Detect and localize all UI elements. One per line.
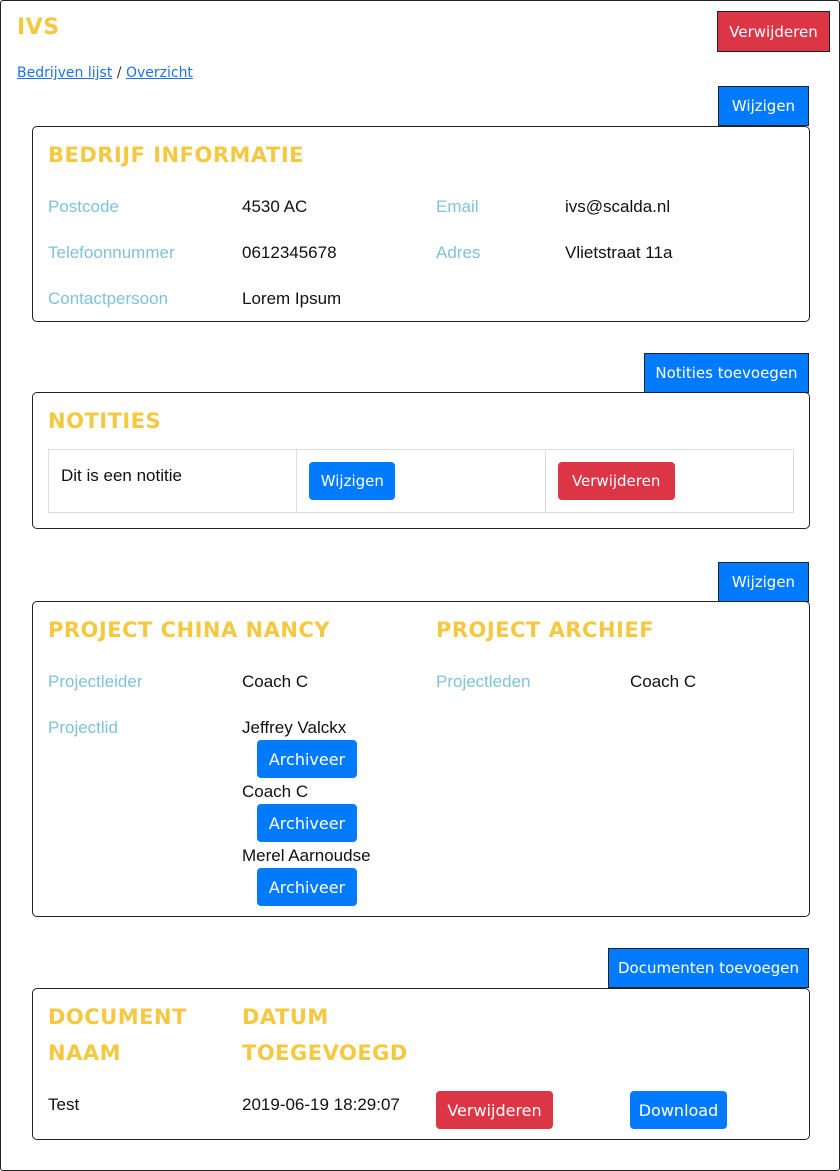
doc-name-header: DOCUMENT NAAM xyxy=(48,999,187,1071)
contact-label: Contactpersoon xyxy=(48,289,169,308)
note-edit-cell: Wijzigen xyxy=(297,450,546,512)
project-member-label: Projectlid xyxy=(48,718,118,737)
notes-heading: NOTITIES xyxy=(48,409,162,433)
email-value: ivs@scalda.nl xyxy=(565,197,671,216)
doc-date-header: DATUM TOEGEVOEGD xyxy=(242,999,408,1071)
address-label: Adres xyxy=(436,243,481,262)
phone-value: 0612345678 xyxy=(242,243,337,262)
download-document-button[interactable]: Download xyxy=(630,1091,727,1129)
breadcrumb-separator: / xyxy=(116,65,122,81)
doc-date-header-line2: TOEGEVOEGD xyxy=(242,1041,408,1065)
postcode-value: 4530 AC xyxy=(242,197,308,216)
note-text-cell: Dit is een notitie xyxy=(49,450,298,512)
project-card: PROJECT CHINA NANCY PROJECT ARCHIEF Proj… xyxy=(32,601,810,917)
add-note-button[interactable]: Notities toevoegen xyxy=(644,353,809,393)
brand-title: IVS xyxy=(17,15,60,40)
project-archive-heading: PROJECT ARCHIEF xyxy=(436,618,655,642)
project-leader-label: Projectleider xyxy=(48,672,143,691)
project-member-name: Coach C xyxy=(242,782,309,801)
edit-note-button[interactable]: Wijzigen xyxy=(309,462,396,500)
project-members-value: Coach C xyxy=(630,672,697,691)
address-value: Vlietstraat 11a xyxy=(565,243,673,262)
edit-project-button[interactable]: Wijzigen xyxy=(718,562,809,602)
notes-card: NOTITIES Dit is een notitie Wijzigen Ver… xyxy=(32,392,810,529)
project-members-label: Projectleden xyxy=(436,672,531,691)
edit-company-button[interactable]: Wijzigen xyxy=(718,86,809,126)
postcode-label: Postcode xyxy=(48,197,119,216)
doc-name-header-line1: DOCUMENT xyxy=(48,1005,187,1029)
add-document-button[interactable]: Documenten toevoegen xyxy=(608,948,809,988)
note-text: Dit is een notitie xyxy=(61,466,182,485)
project-heading: PROJECT CHINA NANCY xyxy=(48,618,331,642)
document-date: 2019-06-19 18:29:07 xyxy=(242,1095,400,1114)
project-leader-value: Coach C xyxy=(242,672,309,691)
project-member-name: Merel Aarnoudse xyxy=(242,846,371,865)
doc-date-header-line1: DATUM xyxy=(242,1005,329,1029)
breadcrumb-overview-link[interactable]: Overzicht xyxy=(126,65,193,81)
notes-table: Dit is een notitie Wijzigen Verwijderen xyxy=(48,449,794,513)
company-info-card: BEDRIJF INFORMATIE Postcode 4530 AC Emai… xyxy=(32,126,810,322)
project-member-name: Jeffrey Valckx xyxy=(242,718,347,737)
documents-card: DOCUMENT NAAM DATUM TOEGEVOEGD Test 2019… xyxy=(32,988,810,1140)
breadcrumb: Bedrijven lijst / Overzicht xyxy=(17,65,193,81)
contact-value: Lorem Ipsum xyxy=(242,289,342,308)
doc-name-header-line2: NAAM xyxy=(48,1041,121,1065)
email-label: Email xyxy=(436,197,479,216)
archive-member-button[interactable]: Archiveer xyxy=(257,740,357,778)
archive-member-button[interactable]: Archiveer xyxy=(257,804,357,842)
delete-company-button[interactable]: Verwijderen xyxy=(717,11,830,52)
delete-note-button[interactable]: Verwijderen xyxy=(557,462,675,500)
note-delete-cell: Verwijderen xyxy=(546,450,793,512)
phone-label: Telefoonnummer xyxy=(48,243,175,262)
breadcrumb-companies-link[interactable]: Bedrijven lijst xyxy=(17,65,112,81)
document-name: Test xyxy=(48,1095,80,1114)
delete-document-button[interactable]: Verwijderen xyxy=(436,1091,553,1129)
archive-member-button[interactable]: Archiveer xyxy=(257,868,357,906)
company-info-heading: BEDRIJF INFORMATIE xyxy=(48,143,304,167)
page-frame: IVS Verwijderen Bedrijven lijst / Overzi… xyxy=(0,0,840,1171)
